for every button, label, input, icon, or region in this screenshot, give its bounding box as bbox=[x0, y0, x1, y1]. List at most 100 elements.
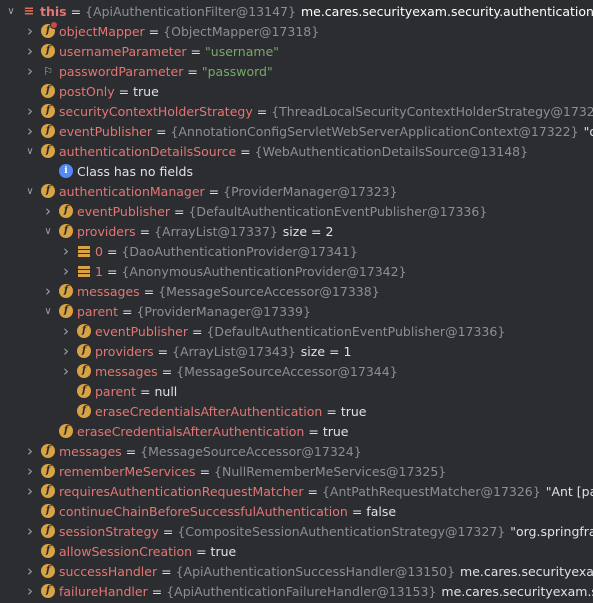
equals-sign: = bbox=[161, 363, 173, 379]
tree-row[interactable]: ›fparent=null bbox=[0, 381, 593, 401]
tree-row[interactable]: › f messages = {MessageSourceAccessor@17344} bbox=[0, 361, 593, 381]
variable-type: {ArrayList@17343} bbox=[172, 343, 296, 359]
tree-row[interactable]: › f securityContextHolderStrategy = {ThreadL… bbox=[0, 101, 593, 121]
variable-name: providers bbox=[95, 343, 154, 359]
field-icon: f bbox=[41, 44, 55, 58]
variable-description: size = 1 bbox=[300, 343, 352, 359]
expand-chevron-icon[interactable]: › bbox=[23, 101, 37, 121]
tree-row[interactable]: › f eventPublisher = {AnnotationConfigServle… bbox=[0, 121, 593, 141]
variable-name: messages bbox=[59, 443, 122, 459]
tree-row[interactable]: › f failureHandler = {ApiAuthenticationFailu… bbox=[0, 581, 593, 601]
variable-name: rememberMeServices bbox=[59, 463, 196, 479]
tree-row[interactable]: › 1 = {AnonymousAuthenticationProvider@1734… bbox=[0, 261, 593, 281]
variable-type: {DefaultAuthenticationEventPublisher@173… bbox=[206, 323, 506, 339]
equals-sign: = bbox=[351, 503, 363, 519]
field-icon: f bbox=[41, 524, 55, 538]
variable-type: {AnnotationConfigServletWebServerApplica… bbox=[170, 123, 579, 139]
tree-row[interactable]: › 0 = {DaoAuthenticationProvider@17341} bbox=[0, 241, 593, 261]
tree-row[interactable]: › f providers = {ArrayList@17343} size = 1 bbox=[0, 341, 593, 361]
expand-chevron-icon[interactable]: › bbox=[59, 341, 73, 361]
expand-chevron-icon[interactable]: › bbox=[59, 361, 73, 381]
variable-description: "org.sp bbox=[583, 123, 593, 139]
collapse-chevron-icon[interactable]: ∨ bbox=[23, 181, 37, 201]
field-icon: f bbox=[59, 204, 73, 218]
expand-chevron-icon[interactable]: › bbox=[23, 121, 37, 141]
expand-chevron-icon[interactable]: › bbox=[41, 201, 55, 221]
expand-chevron-icon[interactable]: › bbox=[59, 241, 73, 261]
expand-chevron-icon[interactable]: › bbox=[41, 281, 55, 301]
debugger-variables-tree: ∨ ≡ this = {ApiAuthenticationFilter@13147} me… bbox=[0, 0, 593, 603]
expand-chevron-icon[interactable]: › bbox=[23, 581, 37, 601]
tree-row[interactable]: ›fallowSessionCreation=true bbox=[0, 541, 593, 561]
equals-sign: = bbox=[192, 323, 203, 339]
collapse-chevron-icon[interactable]: ∨ bbox=[41, 221, 55, 241]
variable-type: {MessageSourceAccessor@17344} bbox=[176, 363, 398, 379]
tree-row[interactable]: › f usernameParameter = "username" bbox=[0, 41, 593, 61]
equals-sign: = bbox=[240, 143, 251, 159]
tree-row[interactable]: ›feraseCredentialsAfterAuthentication=tr… bbox=[0, 421, 593, 441]
tree-row[interactable]: › f eventPublisher = {DefaultAuthenticationE… bbox=[0, 201, 593, 221]
tree-row[interactable]: ›feraseCredentialsAfterAuthentication=tr… bbox=[0, 401, 593, 421]
variable-type: {AnonymousAuthenticationProvider@17342} bbox=[121, 263, 407, 279]
variable-type: {ObjectMapper@17318} bbox=[163, 23, 320, 39]
tree-row[interactable]: › f sessionStrategy = {CompositeSessionAuthe… bbox=[0, 521, 593, 541]
tree-row[interactable]: › f objectMapper = {ObjectMapper@17318} bbox=[0, 21, 593, 41]
variable-name: 0 bbox=[95, 243, 103, 259]
variable-type: {NullRememberMeServices@17325} bbox=[214, 463, 447, 479]
tree-row[interactable]: ∨ f authenticationManager = {ProviderManager… bbox=[0, 181, 593, 201]
expand-chevron-icon[interactable]: › bbox=[23, 441, 37, 461]
variable-name: continueChainBeforeSuccessfulAuthenticat… bbox=[59, 503, 348, 519]
tree-row[interactable]: ›fpostOnly=true bbox=[0, 81, 593, 101]
field-icon: f bbox=[59, 284, 73, 298]
tree-row[interactable]: ›fcontinueChainBeforeSuccessfulAuthentic… bbox=[0, 501, 593, 521]
tree-row[interactable]: › ⚐ passwordParameter = "password" bbox=[0, 61, 593, 81]
equals-sign: = bbox=[174, 203, 185, 219]
tree-row[interactable]: ›iClass has no fields bbox=[0, 161, 593, 181]
tree-row[interactable]: ∨ ≡ this = {ApiAuthenticationFilter@13147} me… bbox=[0, 1, 593, 21]
flag-icon: ⚐ bbox=[43, 64, 53, 78]
variable-description: size = 2 bbox=[282, 223, 334, 239]
info-icon: i bbox=[59, 164, 73, 178]
expand-chevron-icon[interactable]: › bbox=[23, 481, 37, 501]
variable-description: "Ant [pattern bbox=[545, 483, 593, 499]
equals-sign: = bbox=[143, 283, 155, 299]
tree-row[interactable]: › f messages = {MessageSourceAccessor@17324} bbox=[0, 441, 593, 461]
collapse-chevron-icon[interactable]: ∨ bbox=[23, 141, 37, 161]
collapse-chevron-icon[interactable]: ∨ bbox=[41, 301, 55, 321]
equals-sign: = bbox=[148, 23, 160, 39]
expand-chevron-icon[interactable]: › bbox=[23, 521, 37, 541]
expand-chevron-icon[interactable]: › bbox=[23, 561, 37, 581]
expand-chevron-icon[interactable]: › bbox=[23, 461, 37, 481]
field-icon: f bbox=[59, 224, 73, 238]
variable-type: {ApiAuthenticationFilter@13147} bbox=[85, 3, 296, 19]
equals-sign: = bbox=[121, 303, 133, 319]
tree-row[interactable]: › f messages = {MessageSourceAccessor@17338} bbox=[0, 281, 593, 301]
tree-row[interactable]: › f requiresAuthenticationRequestMatcher ={… bbox=[0, 481, 593, 501]
variable-name: objectMapper bbox=[59, 23, 145, 39]
tree-row[interactable]: › f successHandler = {ApiAuthenticationSucce… bbox=[0, 561, 593, 581]
field-icon: f bbox=[41, 484, 55, 498]
variable-type: {MessageSourceAccessor@17324} bbox=[140, 443, 362, 459]
equals-sign: = bbox=[187, 63, 198, 79]
variable-name: eraseCredentialsAfterAuthentication bbox=[77, 423, 305, 439]
expand-chevron-icon[interactable]: › bbox=[59, 321, 73, 341]
expand-chevron-icon[interactable]: › bbox=[23, 21, 37, 41]
collapse-chevron-icon[interactable]: ∨ bbox=[4, 1, 18, 21]
equals-sign: = bbox=[208, 183, 220, 199]
variable-name: eventPublisher bbox=[59, 123, 152, 139]
tree-row[interactable]: › f eventPublisher = {DefaultAuthenticationE… bbox=[0, 321, 593, 341]
variable-name: requiresAuthenticationRequestMatcher bbox=[59, 483, 304, 499]
tree-row[interactable]: ∨ f parent = {ProviderManager@17339} bbox=[0, 301, 593, 321]
field-icon: f bbox=[77, 384, 91, 398]
variable-name: failureHandler bbox=[59, 583, 148, 599]
expand-chevron-icon[interactable]: › bbox=[59, 261, 73, 281]
field-icon: f bbox=[41, 584, 55, 598]
tree-row[interactable]: ∨ f authenticationDetailsSource = {WebAuthen… bbox=[0, 141, 593, 161]
tree-row[interactable]: ∨ f providers = {ArrayList@17337} size = 2 bbox=[0, 221, 593, 241]
tree-row[interactable]: › f rememberMeServices = {NullRememberMeServ… bbox=[0, 461, 593, 481]
field-icon: f bbox=[41, 444, 55, 458]
field-icon: f bbox=[77, 404, 91, 418]
variable-type: {CompositeSessionAuthenticationStrategy@… bbox=[177, 523, 506, 539]
expand-chevron-icon[interactable]: › bbox=[23, 61, 37, 81]
expand-chevron-icon[interactable]: › bbox=[23, 41, 37, 61]
